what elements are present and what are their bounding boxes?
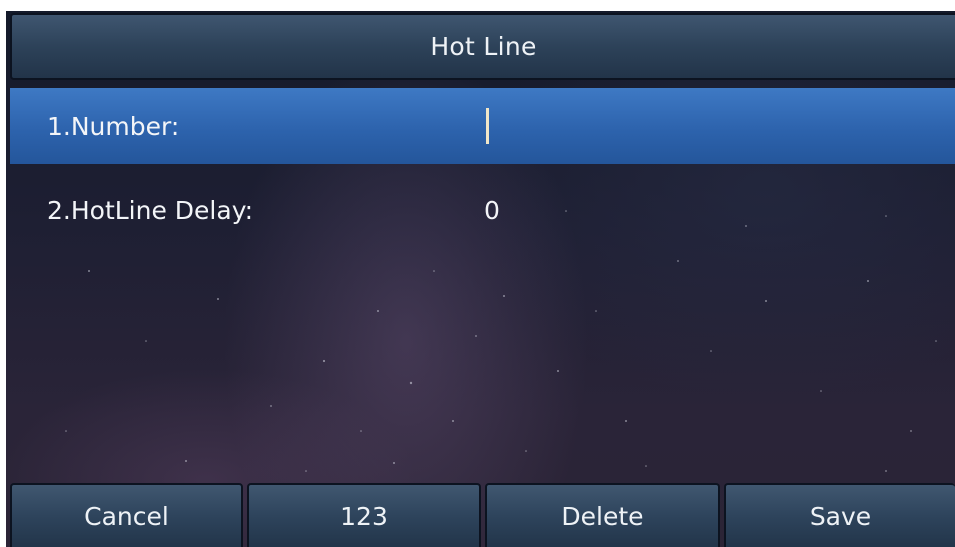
- number-label: 1.Number:: [47, 111, 180, 141]
- page-title: Hot Line: [430, 32, 537, 61]
- save-button[interactable]: Save: [724, 483, 955, 547]
- cancel-button[interactable]: Cancel: [10, 483, 243, 547]
- text-cursor: [486, 108, 489, 144]
- field-row-hotline-delay[interactable]: 2.HotLine Delay: 0: [10, 172, 955, 248]
- field-row-number[interactable]: 1.Number:: [10, 88, 955, 164]
- softkey-bar: Cancel 123 Delete Save: [10, 483, 955, 547]
- input-mode-button[interactable]: 123: [247, 483, 481, 547]
- hotline-delay-value[interactable]: 0: [484, 196, 500, 225]
- hotline-delay-label: 2.HotLine Delay:: [47, 195, 254, 225]
- delete-button[interactable]: Delete: [485, 483, 720, 547]
- title-bar: Hot Line: [10, 13, 955, 80]
- phone-screen: Hot Line 1.Number: 2.HotLine Delay: 0 Ca…: [6, 11, 955, 547]
